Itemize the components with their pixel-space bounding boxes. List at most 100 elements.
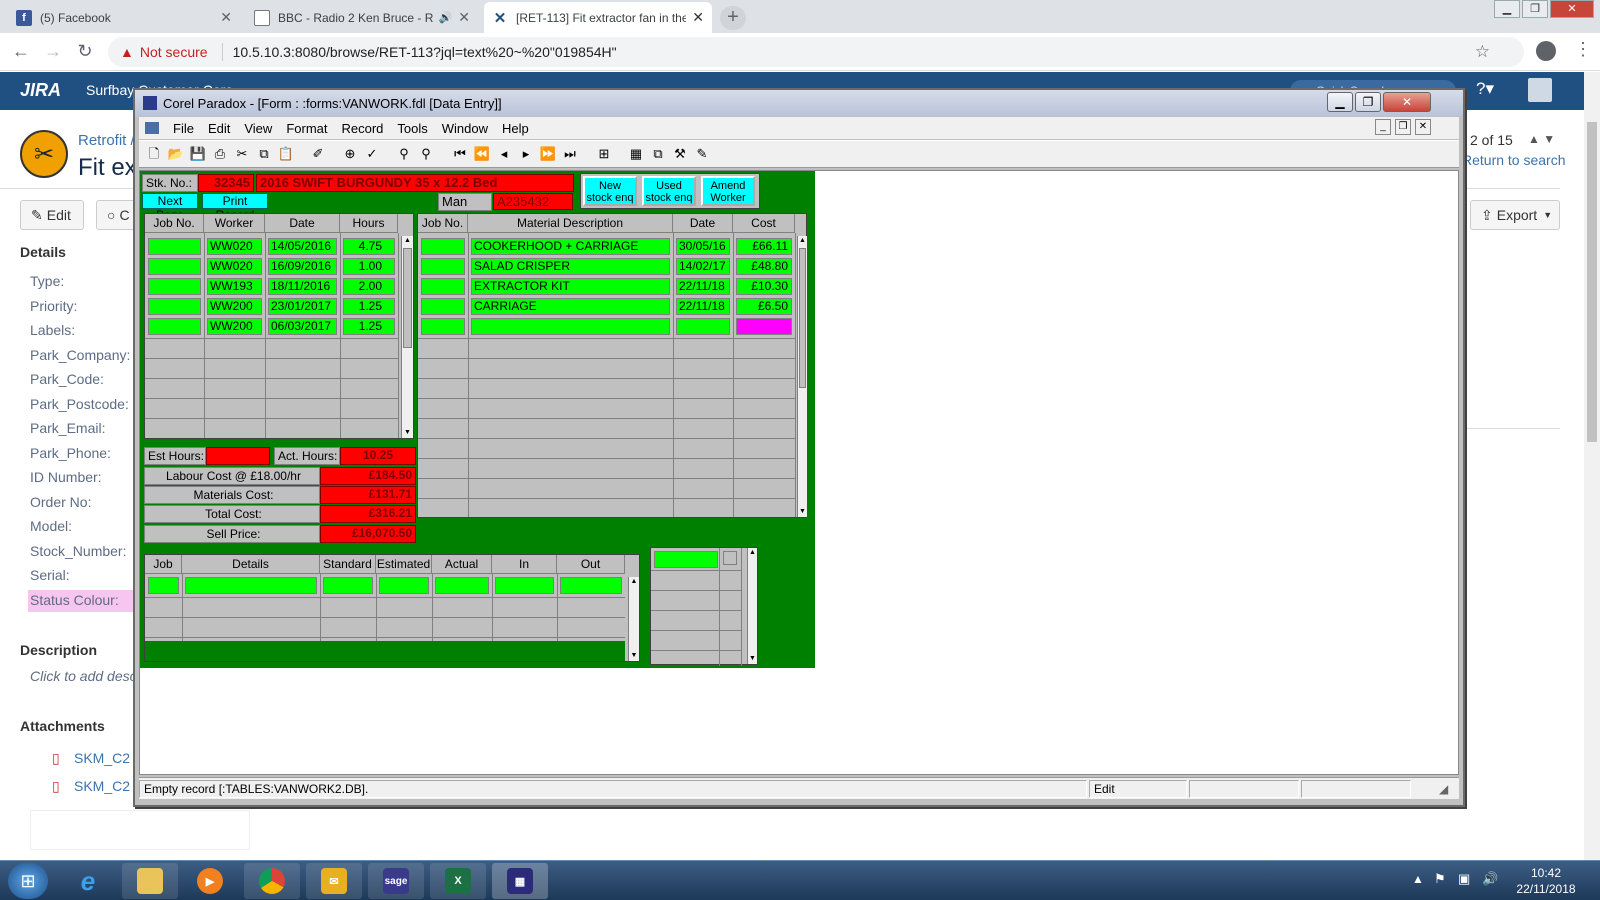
first-record-icon[interactable]: ⏮ [451, 145, 469, 163]
material-job[interactable] [421, 298, 465, 315]
table-view-icon[interactable]: ▦ [627, 145, 645, 163]
child-minimize-button[interactable]: _ [1375, 119, 1391, 135]
close-tab-icon[interactable]: ✕ [458, 9, 470, 26]
attachment-link[interactable]: SKM_C2 [74, 778, 130, 794]
network-icon[interactable]: ▣ [1458, 871, 1470, 887]
start-button[interactable]: ⊞ [8, 863, 48, 899]
material-cost[interactable]: £66.11 [736, 238, 792, 255]
details-cell[interactable] [185, 577, 317, 594]
menu-tools[interactable]: Tools [397, 121, 427, 136]
menu-view[interactable]: View [244, 121, 272, 136]
labour-hours[interactable]: 4.75 [343, 238, 395, 255]
close-tab-icon[interactable]: ✕ [220, 9, 232, 26]
next-set-icon[interactable]: ⏩ [539, 145, 557, 163]
materials-scrollbar[interactable]: ▲ ▼ [797, 236, 807, 517]
labour-date[interactable]: 14/05/2016 [268, 238, 337, 255]
menu-file[interactable]: File [173, 121, 194, 136]
view-data-icon[interactable]: ⊕ [341, 145, 359, 163]
est-hours-field[interactable] [206, 447, 270, 465]
child-restore-button[interactable]: ❐ [1395, 119, 1411, 135]
material-job[interactable] [421, 278, 465, 295]
tab-bbc[interactable]: BBC - Radio 2 Ken Bruce - Ro 🔊 ✕ [246, 2, 478, 33]
material-date[interactable] [676, 318, 730, 335]
speaker-icon[interactable]: 🔊 [439, 11, 453, 24]
prev-record-icon[interactable]: ◂ [495, 145, 513, 163]
taskbar-ie[interactable]: e [60, 863, 116, 899]
next-record-icon[interactable]: ▸ [517, 145, 535, 163]
menu-window[interactable]: Window [442, 121, 488, 136]
labour-date[interactable]: 06/03/2017 [268, 318, 337, 335]
material-cost[interactable]: £48.80 [736, 258, 792, 275]
filter-icon[interactable]: ⊞ [595, 145, 613, 163]
tab-facebook[interactable]: f (5) Facebook ✕ [8, 2, 240, 33]
actual-cell[interactable] [435, 577, 489, 594]
material-cost[interactable]: £6.50 [736, 298, 792, 315]
material-desc[interactable]: EXTRACTOR KIT [471, 278, 670, 295]
design-icon[interactable]: ✐ [309, 145, 327, 163]
clock-time[interactable]: 10:42 [1514, 866, 1578, 880]
user-avatar-icon[interactable] [1528, 78, 1552, 102]
material-cost[interactable]: £10.30 [736, 278, 792, 295]
labour-worker[interactable]: WW200 [207, 318, 262, 335]
new-tab-button[interactable]: + [720, 6, 746, 30]
job-cell[interactable] [148, 577, 179, 594]
material-desc[interactable]: SALAD CRISPER [471, 258, 670, 275]
comment-button[interactable]: ○ C [96, 200, 136, 230]
tools-icon[interactable]: ⚒ [671, 145, 689, 163]
labour-job[interactable] [148, 278, 201, 295]
labour-date[interactable]: 18/11/2016 [268, 278, 337, 295]
stk-no-field[interactable]: 32345 [198, 174, 254, 192]
labour-worker[interactable]: WW200 [207, 298, 262, 315]
new-icon[interactable]: 🗋 [145, 145, 163, 163]
print-record-button[interactable]: Print Record [202, 193, 268, 222]
side-checkbox[interactable] [723, 551, 737, 565]
prev-set-icon[interactable]: ⏪ [473, 145, 491, 163]
standard-cell[interactable] [323, 577, 373, 594]
side-scrollbar[interactable]: ▲ ▼ [747, 548, 757, 664]
labour-hours[interactable]: 2.00 [343, 278, 395, 295]
pager-arrows-icon[interactable]: ▲ ▼ [1528, 132, 1555, 146]
bookmark-star-icon[interactable]: ☆ [1475, 42, 1490, 62]
job-scrollbar[interactable]: ▲ ▼ [628, 577, 639, 661]
minimize-button[interactable]: ▁ [1327, 92, 1353, 112]
locate-next-icon[interactable]: ⚲ [417, 145, 435, 163]
back-icon[interactable]: ← [10, 41, 32, 62]
profile-icon[interactable] [1536, 41, 1556, 61]
out-cell[interactable] [560, 577, 622, 594]
material-desc[interactable]: COOKERHOOD + CARRIAGE [471, 238, 670, 255]
clock-date[interactable]: 22/11/2018 [1506, 882, 1586, 896]
tray-expand-icon[interactable]: ▲ [1412, 872, 1424, 886]
help-icon[interactable]: ?▾ [1476, 79, 1494, 99]
labour-job[interactable] [148, 318, 201, 335]
material-desc[interactable]: CARRIAGE [471, 298, 670, 315]
menu-format[interactable]: Format [286, 121, 327, 136]
volume-icon[interactable]: 🔊 [1482, 871, 1498, 887]
amend-worker-button[interactable]: Amend Worker [701, 176, 755, 206]
material-date[interactable]: 14/02/17 [676, 258, 730, 275]
taskbar-explorer[interactable] [122, 863, 178, 899]
close-button[interactable]: ✕ [1383, 92, 1431, 112]
expert-icon[interactable]: ✎ [693, 145, 711, 163]
labour-hours[interactable]: 1.25 [343, 318, 395, 335]
labour-job[interactable] [148, 238, 201, 255]
material-date[interactable]: 30/05/16 [676, 238, 730, 255]
page-scrollbar[interactable] [1584, 72, 1600, 860]
flag-icon[interactable]: ⚑ [1434, 871, 1446, 887]
omnibox[interactable]: ▲ Not secure 10.5.10.3:8080/browse/RET-1… [108, 37, 1524, 67]
attachment-link[interactable]: SKM_C2 [74, 750, 130, 766]
save-icon[interactable]: 💾 [189, 145, 207, 163]
labour-hours[interactable]: 1.00 [343, 258, 395, 275]
material-job[interactable] [421, 258, 465, 275]
taskbar-excel[interactable]: X [430, 863, 486, 899]
locate-icon[interactable]: ⚲ [395, 145, 413, 163]
menu-record[interactable]: Record [341, 121, 383, 136]
jira-logo[interactable]: JIRA [20, 80, 61, 101]
print-icon[interactable]: ⎙ [211, 145, 229, 163]
material-job[interactable] [421, 238, 465, 255]
maximize-button[interactable]: ❐ [1355, 92, 1381, 112]
tab-jira[interactable]: ✕ [RET-113] Fit extractor fan in the ✕ [484, 2, 712, 33]
in-cell[interactable] [495, 577, 554, 594]
labour-date[interactable]: 23/01/2017 [268, 298, 337, 315]
material-date[interactable]: 22/11/18 [676, 298, 730, 315]
labour-worker[interactable]: WW193 [207, 278, 262, 295]
